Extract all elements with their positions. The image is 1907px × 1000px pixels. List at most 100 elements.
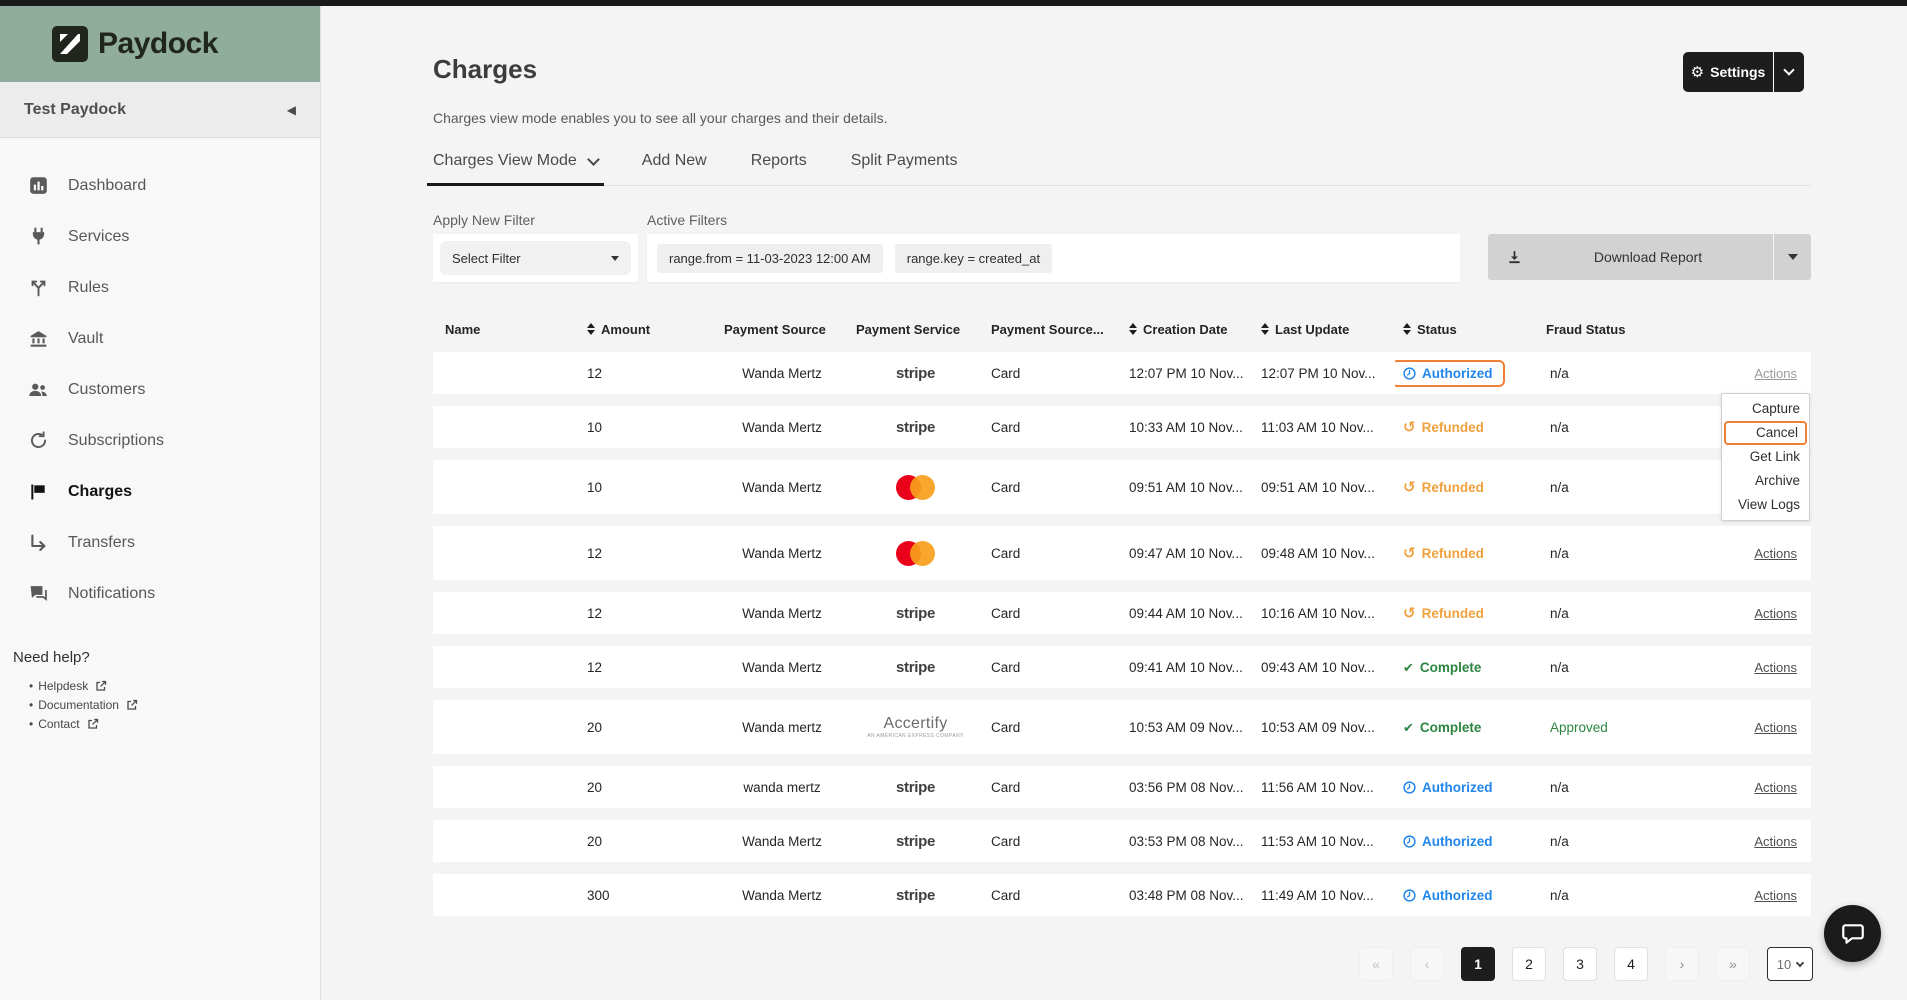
sidebar-item-rules[interactable]: Rules	[0, 262, 320, 313]
column-header-payment-source: Payment Source...	[983, 322, 1121, 337]
table-row: 20wanda mertzstripeCard03:56 PM 08 Nov..…	[433, 766, 1811, 808]
actions-link[interactable]: Actions	[1754, 888, 1797, 903]
download-report-label: Download Report	[1523, 249, 1773, 265]
tab-add-new[interactable]: Add New	[642, 152, 707, 185]
clock-icon	[1403, 781, 1416, 794]
status-complete: ✔Complete	[1403, 720, 1538, 735]
account-switcher[interactable]: Test Paydock ◀	[0, 82, 320, 138]
pagination-page-2[interactable]: 2	[1512, 947, 1546, 981]
filter-chip[interactable]: range.key = created_at	[895, 244, 1052, 273]
column-header-last-update[interactable]: Last Update	[1253, 322, 1395, 337]
menu-item-archive[interactable]: Archive	[1722, 469, 1809, 493]
column-header-payment-service: Payment Service	[848, 322, 983, 337]
sidebar-item-notifications[interactable]: Notifications	[0, 568, 320, 619]
table-row: 300Wanda MertzstripeCard03:48 PM 08 Nov.…	[433, 874, 1811, 916]
status-label: Refunded	[1422, 546, 1484, 561]
download-report-button[interactable]: Download Report	[1488, 234, 1811, 280]
tab-reports[interactable]: Reports	[751, 152, 807, 185]
actions-dropdown-menu: CaptureCancelGet LinkArchiveView Logs	[1721, 393, 1810, 521]
pagination-first-button[interactable]: «	[1359, 947, 1393, 981]
sidebar-item-customers[interactable]: Customers	[0, 364, 320, 415]
column-header-amount[interactable]: Amount	[579, 322, 716, 337]
sidebar-item-services[interactable]: Services	[0, 211, 320, 262]
stripe-logo: stripe	[896, 659, 935, 676]
column-header-name: Name	[433, 322, 579, 337]
help-link-helpdesk[interactable]: Helpdesk	[29, 679, 320, 693]
settings-button[interactable]: ⚙ Settings	[1683, 52, 1804, 92]
help-title: Need help?	[13, 649, 320, 666]
vault-icon	[26, 328, 50, 349]
help-link-label: Helpdesk	[38, 679, 88, 693]
pagination-page-1[interactable]: 1	[1461, 947, 1495, 981]
help-links: Helpdesk Documentation Contact	[29, 679, 320, 731]
sidebar-item-label: Dashboard	[68, 177, 146, 195]
column-header-creation-date[interactable]: Creation Date	[1121, 322, 1253, 337]
cell-payment-service: stripe	[848, 419, 983, 436]
sidebar-item-subscriptions[interactable]: Subscriptions	[0, 415, 320, 466]
status-label: Authorized	[1422, 780, 1493, 795]
help-link-contact[interactable]: Contact	[29, 717, 320, 731]
clock-icon	[1403, 835, 1416, 848]
sidebar-collapse-icon[interactable]: ◀	[287, 103, 296, 117]
top-bar	[0, 0, 1907, 6]
cell-amount: 10	[579, 420, 716, 435]
tab-charges-view-mode[interactable]: Charges View Mode	[433, 152, 598, 185]
actions-link[interactable]: Actions	[1754, 546, 1797, 561]
settings-label: Settings	[1710, 64, 1765, 80]
cell-creation-date: 03:48 PM 08 Nov...	[1121, 888, 1253, 903]
sidebar-item-charges[interactable]: Charges	[0, 466, 320, 517]
pagination-next-button[interactable]: ›	[1665, 947, 1699, 981]
chevron-down-icon	[1783, 64, 1794, 75]
cell-last-update: 10:16 AM 10 Nov...	[1253, 606, 1395, 621]
cell-fraud-status: n/a	[1538, 606, 1723, 621]
cell-payment-source: Wanda mertz	[716, 720, 848, 735]
sidebar-item-vault[interactable]: Vault	[0, 313, 320, 364]
pagination-prev-button[interactable]: ‹	[1410, 947, 1444, 981]
cell-payment-source-type: Card	[983, 480, 1121, 495]
sort-icon[interactable]	[587, 323, 595, 335]
cell-creation-date: 10:53 AM 09 Nov...	[1121, 720, 1253, 735]
column-header-status[interactable]: Status	[1395, 322, 1538, 337]
tab-split-payments[interactable]: Split Payments	[851, 152, 958, 185]
download-caret-button[interactable]	[1774, 254, 1811, 260]
actions-link[interactable]: Actions	[1754, 606, 1797, 621]
actions-link[interactable]: Actions	[1754, 720, 1797, 735]
actions-link[interactable]: Actions	[1754, 780, 1797, 795]
sort-icon[interactable]	[1403, 323, 1411, 335]
actions-link[interactable]: Actions	[1754, 366, 1797, 381]
menu-item-capture[interactable]: Capture	[1722, 397, 1809, 421]
actions-link[interactable]: Actions	[1754, 834, 1797, 849]
help-link-documentation[interactable]: Documentation	[29, 698, 320, 712]
page-title: Charges	[433, 54, 537, 85]
sort-icon[interactable]	[1129, 323, 1137, 335]
status-label: Authorized	[1422, 366, 1493, 381]
refund-icon: ↺	[1403, 546, 1416, 561]
notifications-icon	[26, 583, 50, 604]
filter-select-card: Select Filter	[433, 234, 638, 282]
refund-icon: ↺	[1403, 480, 1416, 495]
filter-select[interactable]: Select Filter	[440, 241, 631, 275]
cell-fraud-status: n/a	[1538, 546, 1723, 561]
sidebar-item-dashboard[interactable]: Dashboard	[0, 160, 320, 211]
cell-status: ↺Refunded	[1395, 480, 1538, 495]
settings-caret-button[interactable]	[1774, 70, 1804, 74]
pagination-last-button[interactable]: »	[1716, 947, 1750, 981]
menu-item-get-link[interactable]: Get Link	[1722, 445, 1809, 469]
chat-launcher-button[interactable]	[1824, 905, 1881, 962]
menu-item-cancel[interactable]: Cancel	[1724, 421, 1807, 445]
status-refunded: ↺Refunded	[1403, 606, 1538, 621]
actions-link[interactable]: Actions	[1754, 660, 1797, 675]
stripe-logo: stripe	[896, 887, 935, 904]
external-link-icon	[87, 718, 99, 730]
filter-chip[interactable]: range.from = 11-03-2023 12:00 AM	[657, 244, 883, 273]
cell-amount: 12	[579, 660, 716, 675]
menu-item-view-logs[interactable]: View Logs	[1722, 493, 1809, 517]
sort-icon[interactable]	[1261, 323, 1269, 335]
sidebar-item-transfers[interactable]: Transfers	[0, 517, 320, 568]
cell-amount: 300	[579, 888, 716, 903]
column-label: Name	[445, 322, 480, 337]
pagination-page-3[interactable]: 3	[1563, 947, 1597, 981]
page-size-select[interactable]: 10	[1767, 947, 1813, 981]
main-content: Charges Charges view mode enables you to…	[322, 6, 1907, 1000]
pagination-page-4[interactable]: 4	[1614, 947, 1648, 981]
